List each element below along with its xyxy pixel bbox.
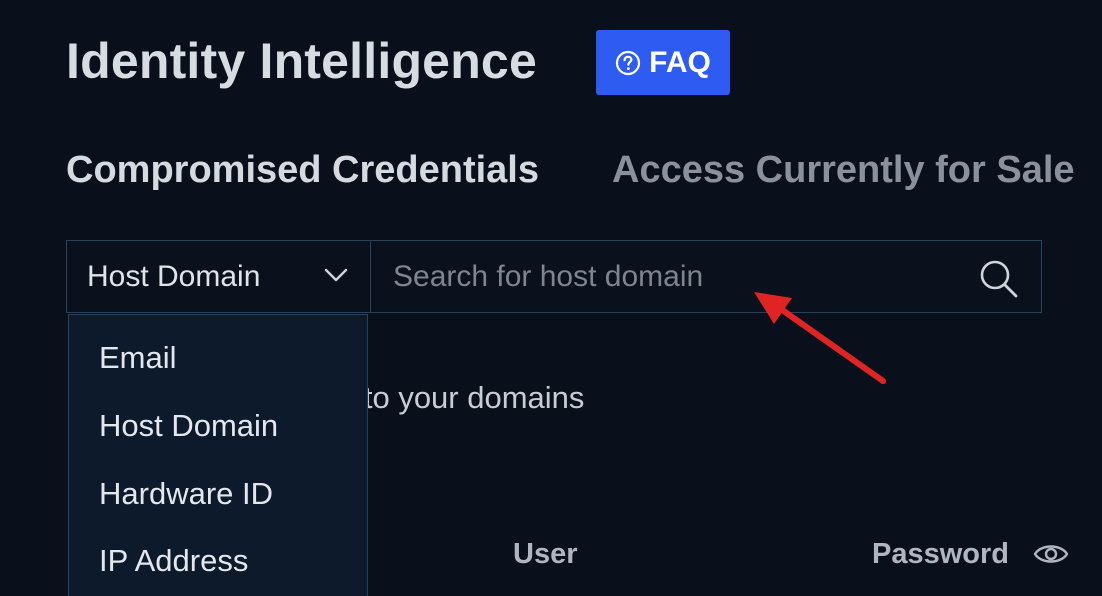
column-header-user: User (513, 538, 578, 570)
search-icon[interactable] (979, 259, 1019, 299)
search-filter-dropdown: Email Host Domain Hardware ID IP Address (68, 314, 368, 596)
dropdown-option-ip-address[interactable]: IP Address (99, 541, 248, 581)
tab-access-currently-for-sale[interactable]: Access Currently for Sale (612, 145, 1075, 195)
dropdown-option-host-domain[interactable]: Host Domain (99, 406, 278, 446)
annotation-arrow (754, 292, 886, 384)
column-header-password: Password (872, 538, 1009, 570)
search-filter-value: Host Domain (87, 259, 261, 293)
dropdown-option-email[interactable]: Email (99, 338, 177, 378)
page: Identity Intelligence FAQ Compromised Cr… (0, 0, 1102, 596)
tab-compromised-credentials[interactable]: Compromised Credentials (66, 145, 539, 195)
faq-label: FAQ (649, 45, 711, 79)
faq-button[interactable]: FAQ (596, 30, 730, 95)
search-filter-select[interactable]: Host Domain (67, 241, 371, 312)
page-title: Identity Intelligence (66, 33, 537, 89)
eye-icon[interactable] (1033, 540, 1069, 568)
chevron-down-icon (324, 268, 348, 282)
question-circle-icon (615, 50, 641, 76)
dropdown-option-hardware-id[interactable]: Hardware ID (99, 474, 273, 514)
